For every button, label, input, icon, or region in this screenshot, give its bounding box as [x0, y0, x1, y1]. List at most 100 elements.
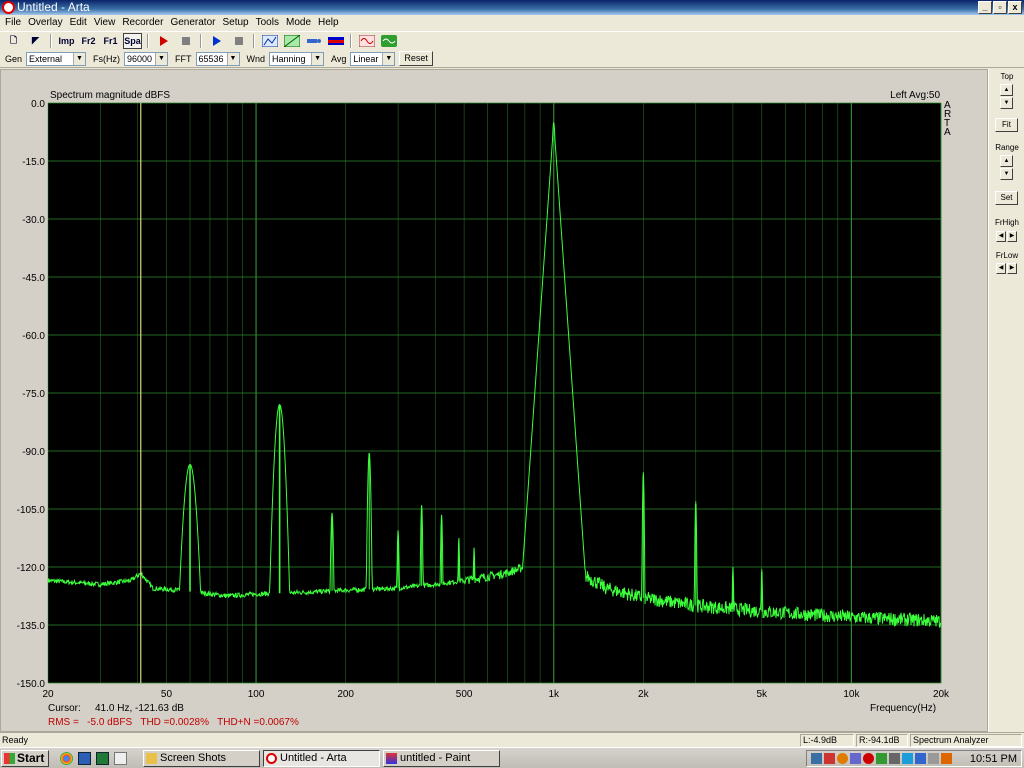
oscilloscope-icon[interactable] [357, 33, 376, 49]
frhigh-label: FrHigh [994, 218, 1019, 227]
frlow-left-button[interactable]: ◀ [996, 263, 1006, 274]
menu-generator[interactable]: Generator [169, 15, 219, 30]
avg-select-value: Linear [353, 53, 379, 64]
speaker-icon[interactable] [928, 753, 939, 764]
y-tick-label: -150.0 [17, 679, 46, 690]
fs-label: Fs(Hz) [93, 53, 121, 64]
menu-recorder[interactable]: Recorder [121, 15, 167, 30]
record-play-icon[interactable] [154, 33, 173, 49]
top-label: Top [1000, 72, 1014, 81]
reset-button[interactable]: Reset [399, 51, 433, 66]
pattern-icon[interactable] [282, 33, 301, 49]
fit-button[interactable]: Fit [995, 118, 1018, 132]
avg-select[interactable]: Linear ▼ [350, 51, 396, 66]
status-mode: Spectrum Analyzer [910, 734, 1022, 747]
title-bar[interactable]: Untitled - Arta _ ▫ x [0, 0, 1024, 15]
toolbar-separator [147, 33, 149, 48]
setup-bar: Gen External ▼ Fs(Hz) 96000 ▼ FFT 65536 ▼ W… [0, 50, 1024, 68]
minimize-button[interactable]: _ [978, 1, 992, 14]
x-tick-label: 200 [337, 689, 354, 700]
menu-view[interactable]: View [93, 15, 120, 30]
display-icon[interactable] [902, 753, 913, 764]
imp-mode-button[interactable]: Imp [57, 33, 76, 49]
restore-button[interactable]: ▫ [993, 1, 1007, 14]
y-tick-label: -15.0 [22, 157, 45, 168]
network-icon[interactable] [811, 753, 822, 764]
fft-select[interactable]: 65536 ▼ [195, 51, 240, 66]
top-down-button[interactable]: ▼ [1000, 97, 1013, 109]
chart-channel-info: Left Avg:50 [890, 90, 940, 101]
menu-file[interactable]: File [4, 15, 25, 30]
menu-tools[interactable]: Tools [255, 15, 283, 30]
chrome-icon[interactable] [60, 752, 73, 765]
task-paint[interactable]: untitled - Paint [383, 750, 500, 767]
pointer-icon[interactable]: ◤ [26, 33, 45, 49]
set-button[interactable]: Set [995, 191, 1018, 205]
wnd-select[interactable]: Hanning ▼ [269, 51, 325, 66]
x-axis: 20 50 100 200 500 1k 2k 5k 10k 20k [42, 689, 950, 700]
clock[interactable]: 10:51 PM [970, 752, 1017, 767]
range-down-button[interactable]: ▼ [1000, 168, 1013, 180]
menu-edit[interactable]: Edit [69, 15, 91, 30]
probe-icon[interactable] [304, 33, 323, 49]
chevron-down-icon[interactable]: ▼ [311, 52, 324, 65]
audio-device-icon[interactable] [889, 753, 900, 764]
y-tick-label: -60.0 [22, 331, 45, 342]
y-tick-label: -30.0 [22, 215, 45, 226]
notepad-icon[interactable] [114, 752, 127, 765]
frhigh-right-button[interactable]: ▶ [1007, 231, 1017, 242]
gen-select[interactable]: External ▼ [26, 51, 87, 66]
x-axis-label: Frequency(Hz) [870, 703, 936, 714]
menu-mode[interactable]: Mode [285, 15, 315, 30]
task-label: Screen Shots [160, 752, 227, 764]
battery-icon[interactable] [941, 753, 952, 764]
arta-icon [266, 753, 277, 764]
chevron-down-icon[interactable]: ▼ [155, 52, 168, 65]
menu-help[interactable]: Help [317, 15, 343, 30]
fr2-mode-button[interactable]: Fr2 [79, 33, 98, 49]
meter-icon[interactable] [326, 33, 345, 49]
spa-mode-button[interactable]: Spa [123, 32, 142, 49]
chevron-down-icon[interactable]: ▼ [73, 52, 86, 65]
paint-icon [386, 753, 397, 764]
frlow-right-button[interactable]: ▶ [1007, 263, 1017, 274]
analyze-icon[interactable] [260, 33, 279, 49]
task-arta[interactable]: Untitled - Arta [263, 750, 380, 767]
chevron-down-icon[interactable]: ▼ [382, 52, 395, 65]
menu-setup[interactable]: Setup [221, 15, 252, 30]
toolbar-separator [253, 33, 255, 48]
record-stop-icon[interactable] [176, 33, 195, 49]
toolbar-separator [50, 33, 52, 48]
chevron-down-icon[interactable]: ▼ [226, 52, 239, 65]
status-right-level: R:-94.1dB [856, 734, 908, 747]
range-up-button[interactable]: ▲ [1000, 155, 1013, 167]
spectrum-chart[interactable]: Spectrum magnitude dBFS Left Avg:50 ARTA… [0, 69, 988, 732]
driver-icon[interactable] [850, 753, 861, 764]
chart-title: Spectrum magnitude dBFS [50, 90, 170, 101]
fr1-mode-button[interactable]: Fr1 [101, 33, 120, 49]
fs-select[interactable]: 96000 ▼ [124, 51, 169, 66]
generator-stop-icon[interactable] [229, 33, 248, 49]
open-icon[interactable]: 🗋 [4, 33, 23, 49]
arta-app-icon[interactable] [2, 1, 15, 14]
bluetooth-icon[interactable] [915, 753, 926, 764]
security-icon[interactable] [863, 753, 874, 764]
fs-select-value: 96000 [127, 53, 153, 64]
update-icon[interactable] [876, 753, 887, 764]
frhigh-left-button[interactable]: ◀ [996, 231, 1006, 242]
side-controls: Top ▲ ▼ Fit Range ▲ ▼ Set FrHigh ◀ ▶ FrL… [988, 69, 1024, 732]
menu-overlay[interactable]: Overlay [27, 15, 66, 30]
frhigh-controls: ◀ ▶ [996, 231, 1017, 242]
close-button[interactable]: x [1008, 1, 1022, 14]
generator-play-icon[interactable] [207, 33, 226, 49]
word-icon[interactable] [78, 752, 91, 765]
antivirus-icon[interactable] [824, 753, 835, 764]
task-screen-shots[interactable]: Screen Shots [143, 750, 260, 767]
firefox-icon[interactable] [837, 753, 848, 764]
toolbar-separator [200, 33, 202, 48]
excel-icon[interactable] [96, 752, 109, 765]
top-up-button[interactable]: ▲ [1000, 84, 1013, 96]
x-tick-label: 1k [548, 689, 560, 700]
signal-icon[interactable] [379, 33, 398, 49]
start-button[interactable]: Start [1, 750, 49, 767]
